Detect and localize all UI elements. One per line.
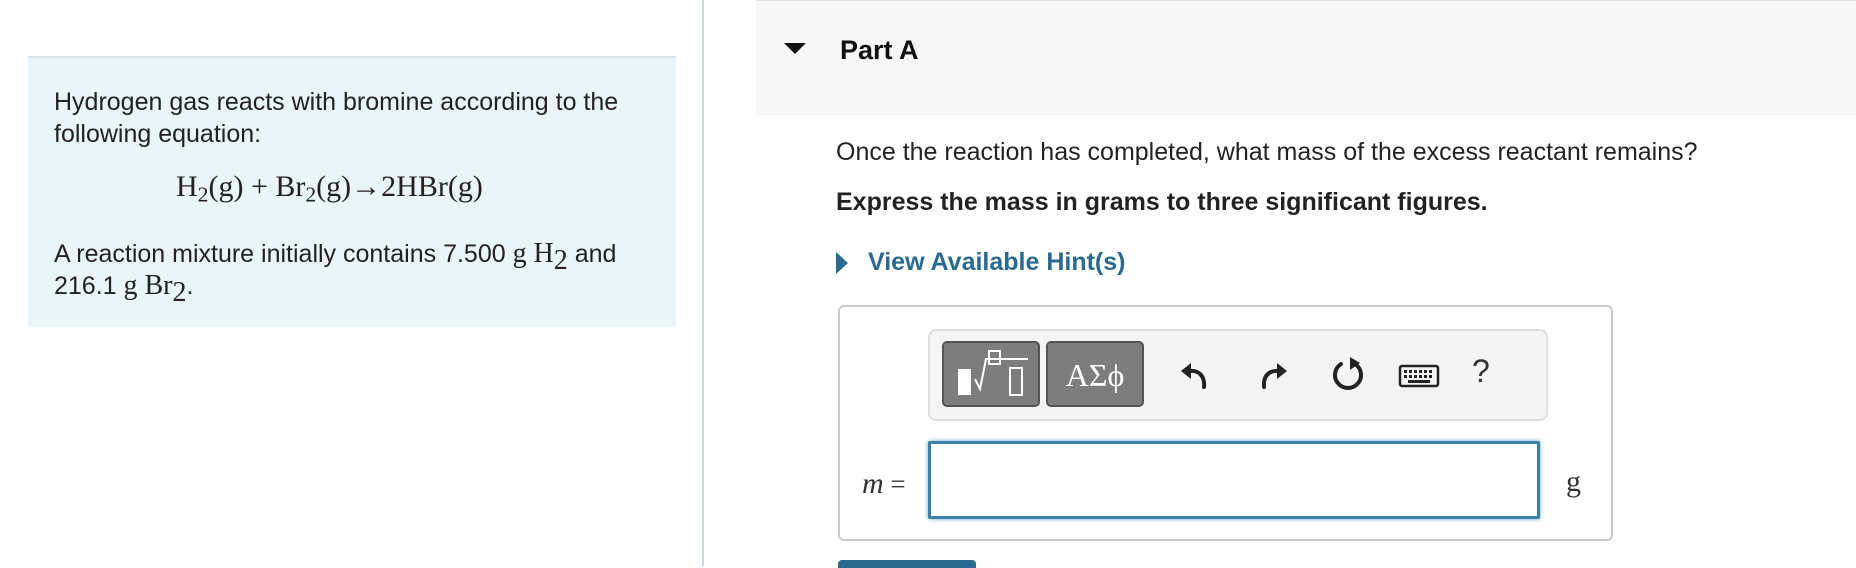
mixture-br-sub: 2: [172, 277, 187, 308]
answer-box: ΑΣϕ ? m = g: [838, 305, 1613, 541]
problem-statement: Hydrogen gas reacts with bromine accordi…: [28, 56, 676, 327]
eq-h: H: [176, 170, 198, 203]
templates-button[interactable]: [942, 341, 1040, 407]
answer-unit: g: [1566, 465, 1581, 498]
problem-intro: Hydrogen gas reacts with bromine accordi…: [54, 88, 619, 148]
initial-mixture: A reaction mixture initially contains 7.…: [54, 238, 664, 307]
eq-state-3: (g): [447, 170, 483, 203]
mixture-prefix: A reaction mixture initially contains 7.…: [54, 240, 513, 268]
mixture-h: H: [533, 238, 554, 269]
eq-plus: +: [243, 170, 276, 203]
help-button[interactable]: ?: [1472, 353, 1490, 390]
mixture-end: .: [186, 272, 194, 300]
submit-button[interactable]: [838, 560, 976, 568]
redo-icon[interactable]: [1250, 353, 1294, 397]
greek-symbols-label: ΑΣϕ: [1065, 357, 1125, 393]
eq-br: Br: [275, 170, 306, 203]
answer-equals: =: [890, 469, 906, 499]
answer-instruction: Express the mass in grams to three signi…: [836, 188, 1488, 216]
answer-variable: m: [862, 467, 884, 500]
greek-symbols-button[interactable]: ΑΣϕ: [1046, 341, 1144, 407]
part-title: Part A: [840, 35, 919, 65]
question-text: Once the reaction has completed, what ma…: [836, 138, 1698, 166]
eq-product: 2HBr: [381, 170, 448, 203]
eq-br-sub: 2: [305, 182, 317, 207]
eq-state-1: (g): [208, 170, 244, 203]
math-toolbar: ΑΣϕ ?: [928, 329, 1548, 421]
keyboard-icon[interactable]: [1396, 353, 1442, 397]
panel-divider: [702, 0, 704, 566]
part-header: Part A: [756, 0, 1856, 116]
view-hints-link[interactable]: View Available Hint(s): [836, 248, 1125, 277]
eq-arrow: →: [351, 170, 382, 203]
hint-label: View Available Hint(s): [868, 248, 1126, 276]
undo-icon[interactable]: [1174, 353, 1218, 397]
mixture-br: Br: [144, 270, 173, 301]
answer-variable-label: m =: [862, 467, 906, 501]
mixture-unit-2: g: [123, 270, 138, 301]
eq-h-sub: 2: [197, 182, 209, 207]
templates-icon: [958, 350, 1028, 396]
mixture-unit-1: g: [512, 238, 527, 269]
expand-arrow-icon: [836, 251, 848, 274]
eq-state-2: (g): [316, 170, 352, 203]
mixture-h-sub: 2: [553, 245, 568, 276]
answer-input[interactable]: [928, 441, 1540, 519]
reaction-equation: H2(g) + Br2(g)→2HBr(g): [176, 170, 483, 207]
reset-icon[interactable]: [1326, 353, 1370, 397]
collapse-triangle-icon[interactable]: [784, 43, 806, 54]
